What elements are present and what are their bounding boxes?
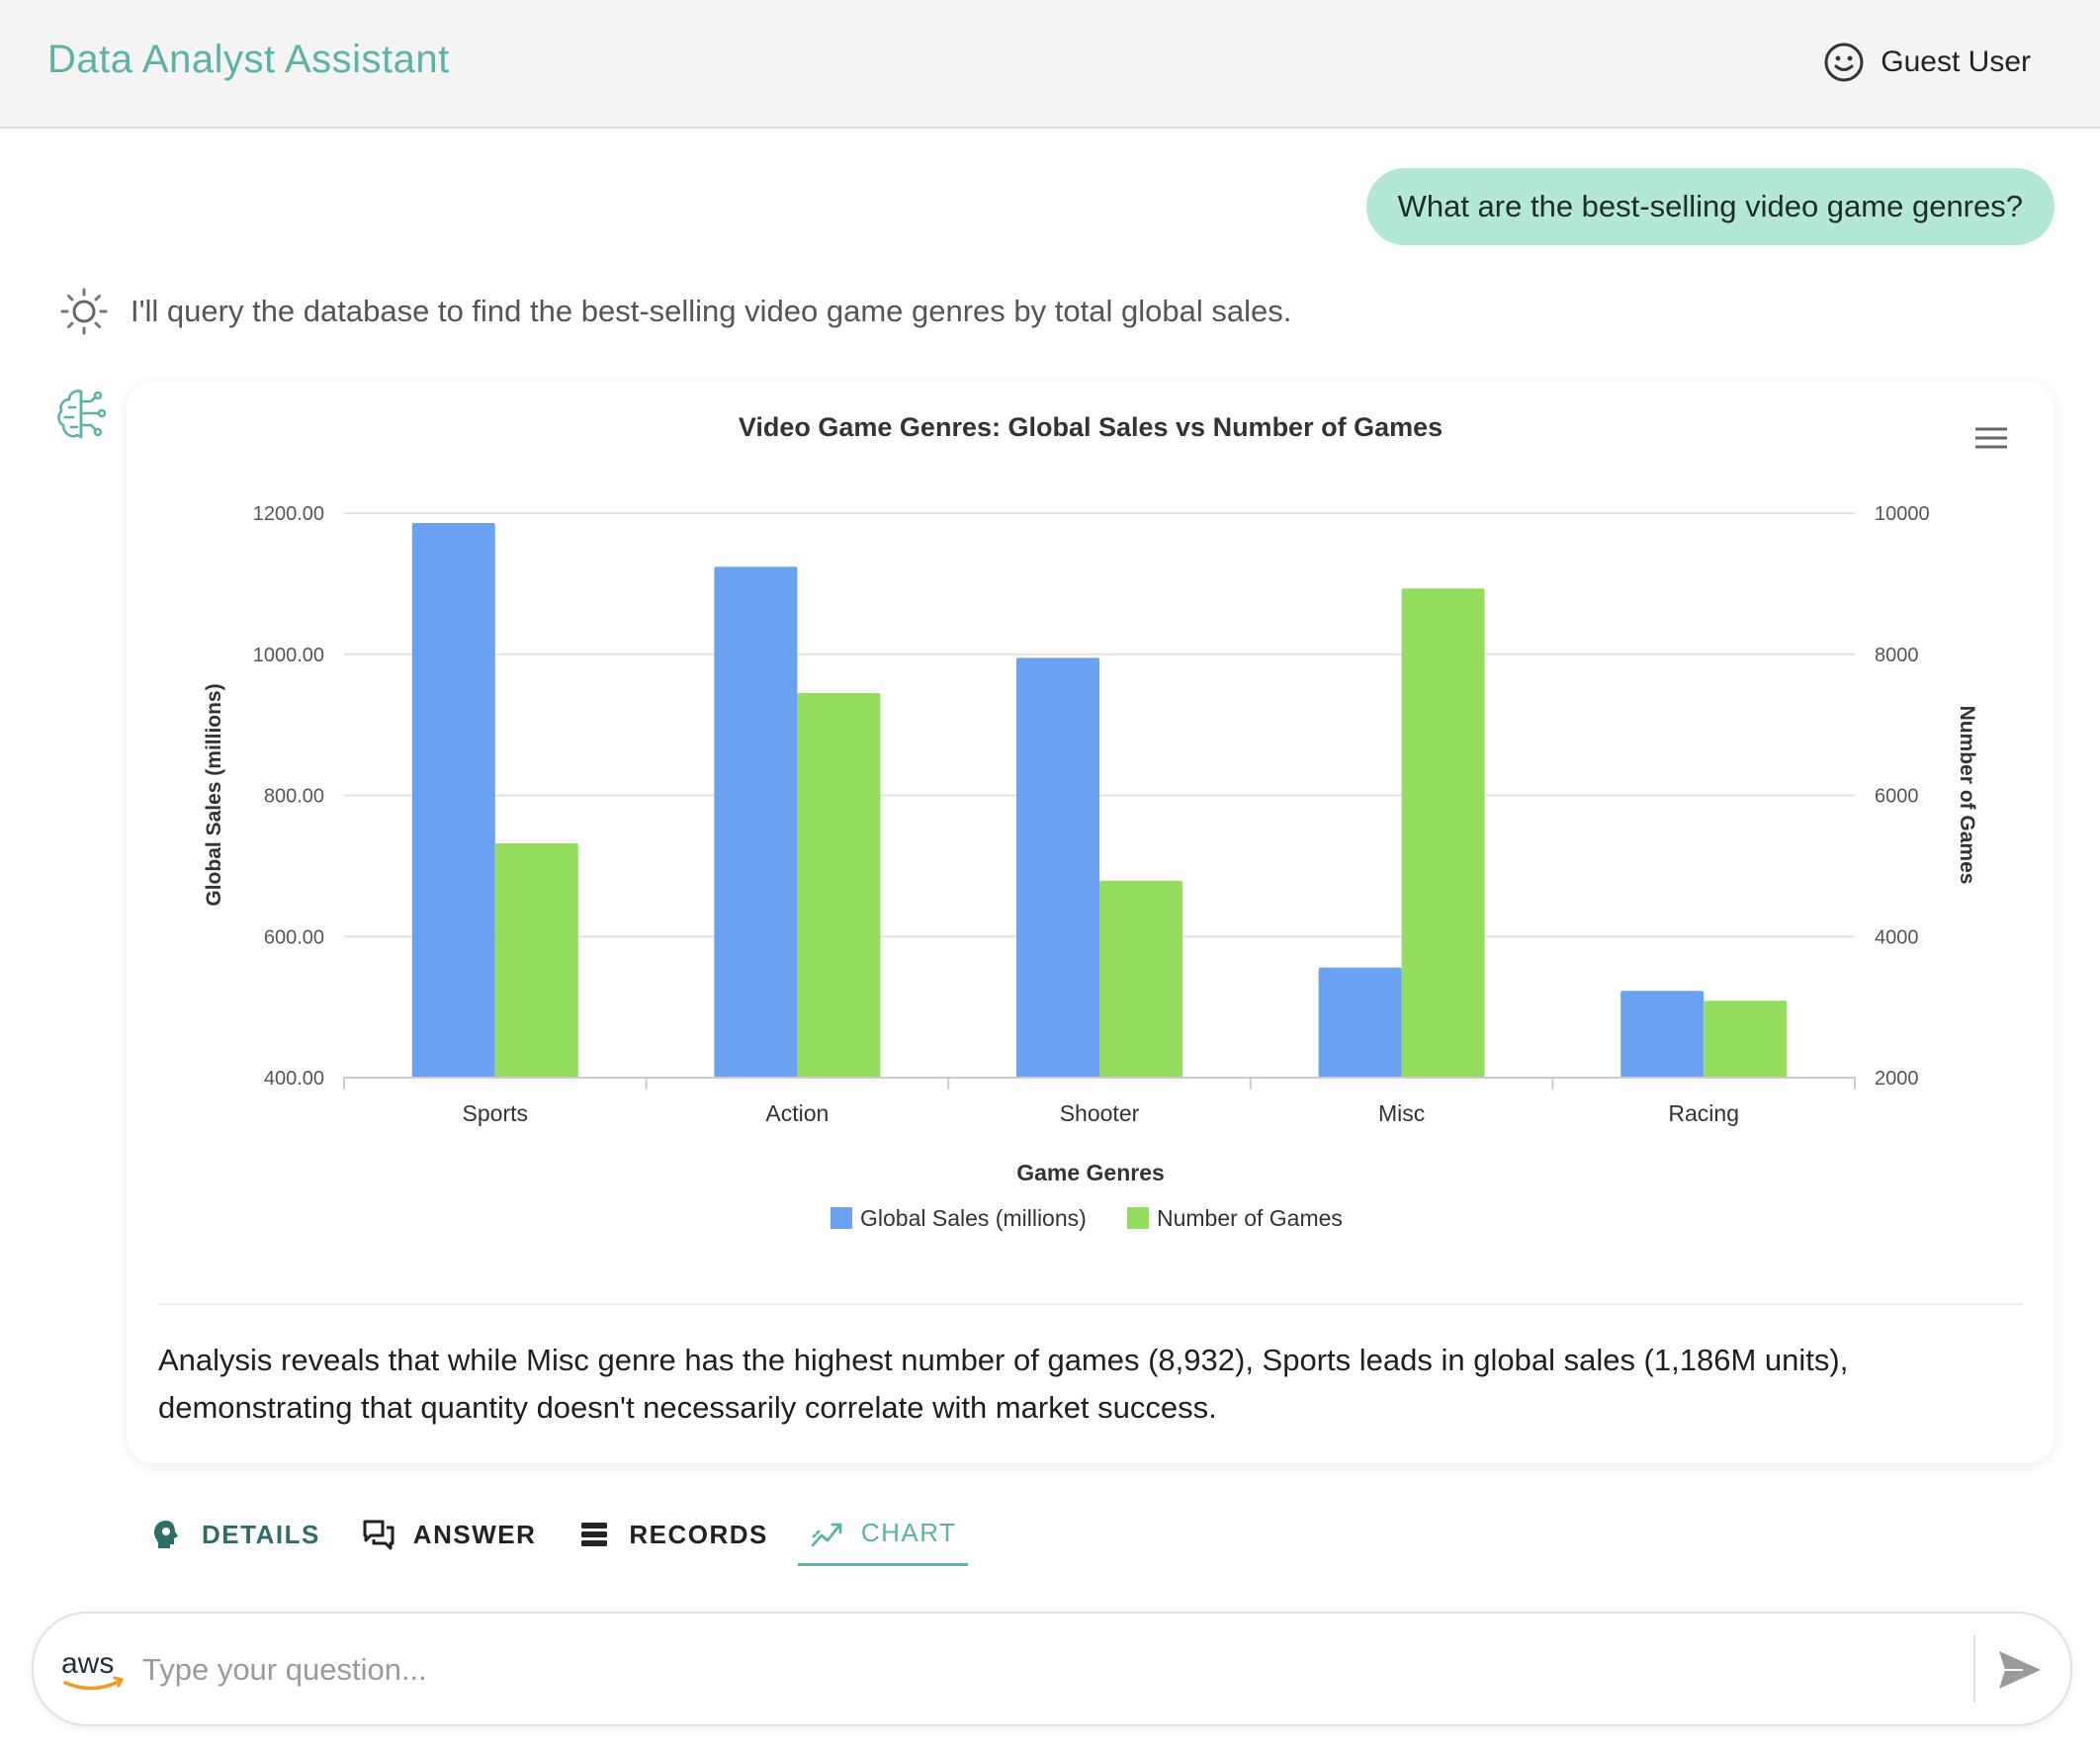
analysis-summary: Analysis reveals that while Misc genre h… bbox=[158, 1343, 1849, 1425]
tab-chart[interactable]: CHART bbox=[797, 1504, 969, 1566]
question-input-bar: aws bbox=[32, 1612, 2072, 1726]
list-icon bbox=[581, 1523, 608, 1546]
legend-label: Number of Games bbox=[1157, 1205, 1343, 1231]
brain-circuit-icon bbox=[57, 390, 107, 439]
bar-number-of-games bbox=[797, 693, 881, 1078]
tab-details[interactable]: DETAILS bbox=[138, 1503, 332, 1566]
app-header: Data Analyst Assistant Guest User bbox=[0, 0, 2100, 129]
chart-title: Video Game Genres: Global Sales vs Numbe… bbox=[739, 412, 1443, 442]
y-tick-label: 1000.00 bbox=[253, 645, 324, 666]
x-axis-title: Game Genres bbox=[1016, 1160, 1165, 1185]
send-icon[interactable] bbox=[1993, 1643, 2047, 1697]
user-name: Guest User bbox=[1881, 45, 2031, 78]
chart-menu-icon[interactable] bbox=[1971, 423, 2011, 453]
y2-tick-label: 4000 bbox=[1875, 926, 1919, 948]
user-menu[interactable]: Guest User bbox=[1823, 42, 2031, 83]
card-divider bbox=[158, 1303, 2023, 1305]
tab-records-label: RECORDS bbox=[629, 1519, 768, 1549]
bar-number-of-games bbox=[494, 843, 578, 1078]
tab-chart-label: CHART bbox=[860, 1518, 957, 1547]
y2-tick-label: 2000 bbox=[1875, 1068, 1919, 1090]
result-tabs: DETAILS ANSWER RECORDS CHART bbox=[138, 1503, 986, 1566]
tab-details-label: DETAILS bbox=[202, 1519, 320, 1549]
bar-global-sales bbox=[714, 567, 798, 1078]
assistant-thought-text: I'll query the database to find the best… bbox=[131, 294, 1292, 328]
bar-global-sales bbox=[1318, 967, 1402, 1078]
bar-global-sales bbox=[1620, 991, 1705, 1078]
question-input[interactable] bbox=[140, 1639, 1954, 1701]
legend-swatch bbox=[1127, 1207, 1149, 1229]
y-tick-label: 1200.00 bbox=[253, 503, 324, 525]
bulb-head-icon bbox=[154, 1521, 178, 1548]
bar-number-of-games bbox=[1401, 588, 1485, 1078]
tab-answer-label: ANSWER bbox=[412, 1519, 537, 1549]
y2-tick-label: 8000 bbox=[1875, 645, 1919, 666]
x-tick-label: Shooter bbox=[1060, 1100, 1140, 1126]
y-tick-label: 600.00 bbox=[264, 926, 324, 948]
chat-bubbles-icon bbox=[363, 1520, 394, 1550]
legend-swatch bbox=[831, 1207, 852, 1229]
input-divider bbox=[1973, 1635, 1975, 1703]
aws-logo: aws bbox=[61, 1647, 125, 1691]
x-tick-label: Sports bbox=[463, 1100, 528, 1126]
y-axis-title: Global Sales (millions) bbox=[203, 683, 225, 906]
x-tick-label: Misc bbox=[1378, 1100, 1425, 1126]
x-tick-label: Racing bbox=[1668, 1100, 1739, 1126]
bar-number-of-games bbox=[1704, 1001, 1788, 1078]
aws-logo-text: aws bbox=[61, 1647, 114, 1680]
trend-chart-icon bbox=[811, 1523, 842, 1546]
y2-axis-title: Number of Games bbox=[1956, 706, 1978, 885]
lightbulb-sun-icon bbox=[60, 288, 108, 335]
x-tick-label: Action bbox=[765, 1100, 829, 1126]
smiley-face-icon bbox=[1824, 43, 1864, 82]
bar-number-of-games bbox=[1099, 880, 1182, 1078]
chart-card: Video Game Genres: Global Sales vs Numbe… bbox=[127, 382, 2055, 1463]
tab-records[interactable]: RECORDS bbox=[566, 1503, 780, 1566]
bar-global-sales bbox=[411, 522, 495, 1078]
y2-tick-label: 10000 bbox=[1875, 503, 1930, 525]
y2-tick-label: 6000 bbox=[1875, 786, 1919, 808]
assistant-thought: I'll query the database to find the best… bbox=[59, 287, 1291, 336]
user-message-text: What are the best-selling video game gen… bbox=[1397, 189, 2023, 223]
bar-global-sales bbox=[1016, 657, 1099, 1078]
app-title: Data Analyst Assistant bbox=[47, 38, 450, 81]
y-tick-label: 400.00 bbox=[264, 1068, 324, 1090]
y-tick-label: 800.00 bbox=[264, 786, 324, 808]
chart: Video Game Genres: Global Sales vs Numbe… bbox=[203, 412, 1978, 1231]
tab-answer[interactable]: ANSWER bbox=[350, 1503, 549, 1566]
legend-label: Global Sales (millions) bbox=[860, 1205, 1087, 1231]
user-message-bubble: What are the best-selling video game gen… bbox=[1365, 168, 2055, 245]
